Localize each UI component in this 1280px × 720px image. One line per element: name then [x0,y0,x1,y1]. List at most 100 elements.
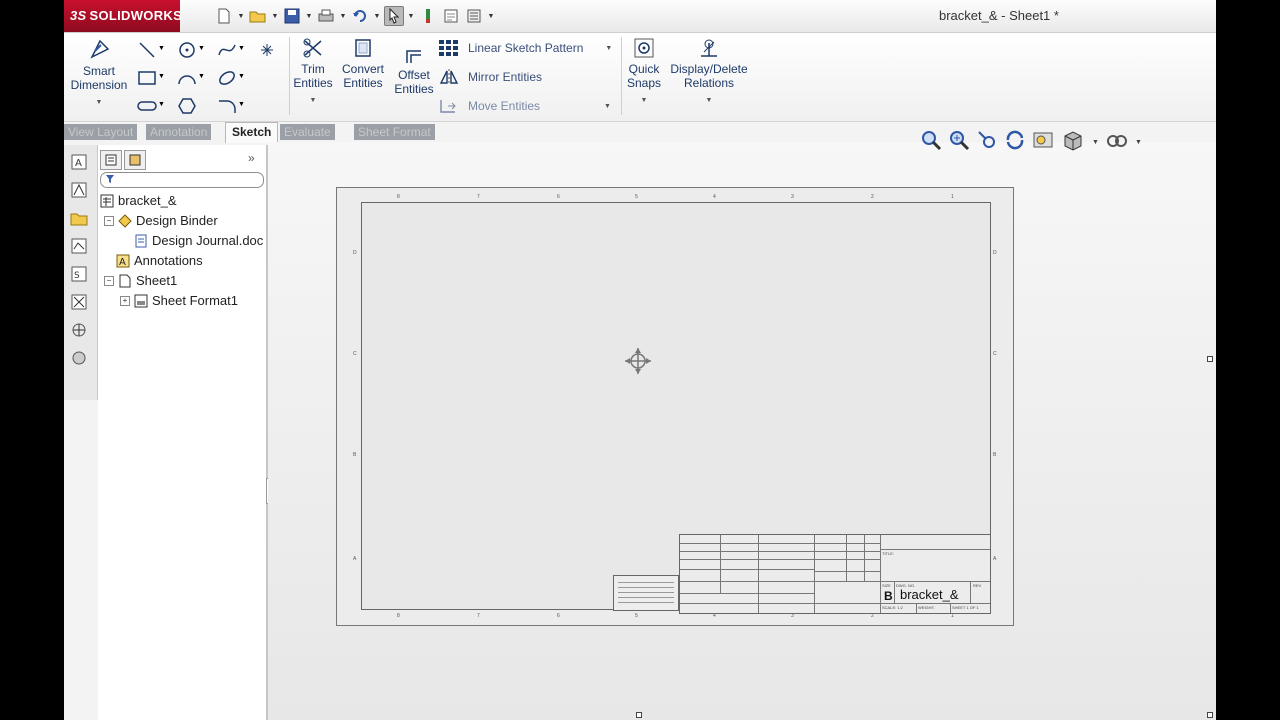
offset-entities-button[interactable]: Offset Entities [392,43,436,96]
palette-icon-6[interactable] [70,321,90,341]
tree-item-annotations[interactable]: A Annotations [116,253,203,268]
rebuild-icon[interactable] [418,6,438,26]
rotate-view-icon[interactable] [1004,129,1026,156]
tree-root[interactable]: bracket_& [100,193,177,208]
line-dropdown-icon[interactable]: ▼ [158,45,165,52]
tab-sheet-format[interactable]: Sheet Format [354,124,435,140]
design-journal-label: Design Journal.doc [152,233,264,248]
view-settings-dropdown-icon[interactable]: ▼ [1135,139,1142,146]
undo-icon[interactable] [350,6,370,26]
sketch-fillet-icon[interactable] [216,95,238,117]
zoom-to-area-icon[interactable] [948,129,970,156]
brand-name: SOLIDWORKS [89,8,183,23]
ellipse-icon[interactable] [216,67,238,89]
open-icon[interactable] [248,6,268,26]
mirror-entities-button[interactable]: Mirror Entities [438,68,542,86]
zoom-to-fit-icon[interactable] [920,129,942,156]
print-dropdown-icon[interactable]: ▼ [339,13,347,20]
palette-icon-5[interactable] [70,293,90,313]
circle-dropdown-icon[interactable]: ▼ [198,45,205,52]
property-manager-tab-icon[interactable] [124,150,146,170]
point-icon[interactable] [256,39,278,61]
fillet-dropdown-icon[interactable]: ▼ [238,101,245,108]
trim-dropdown-icon[interactable]: ▼ [292,94,334,108]
tree-item-design-journal[interactable]: Design Journal.doc [134,233,263,248]
convert-entities-button[interactable]: Convert Entities [338,37,388,90]
quick-snaps-dropdown-icon[interactable]: ▼ [624,94,664,108]
graphics-resize-handle[interactable] [1207,356,1213,362]
solidworks-logo[interactable]: 3S SOLIDWORKS [64,0,183,32]
file-properties-icon[interactable] [441,6,461,26]
zone-label: A [993,556,997,562]
select-icon[interactable] [384,6,404,26]
expand-icon[interactable]: + [120,295,130,306]
smart-dimension-button[interactable]: Smart Dimension ▼ [68,37,130,110]
new-icon[interactable] [214,6,234,26]
offset-label-2: Entities [394,82,434,96]
line-icon[interactable] [136,39,158,61]
save-dropdown-icon[interactable]: ▼ [305,13,313,20]
palette-icon-3[interactable] [70,237,90,257]
tree-item-design-binder[interactable]: − Design Binder [104,213,218,228]
trim-entities-button[interactable]: Trim Entities ▼ [292,37,334,108]
move-entities-button[interactable]: Move Entities ▼ [438,97,611,115]
palette-icon-1[interactable]: A [70,153,90,173]
origin-icon[interactable] [623,346,653,381]
view-orientation-icon[interactable] [1062,129,1086,156]
tab-view-layout[interactable]: View Layout [64,124,138,140]
options-dropdown-icon[interactable]: ▼ [487,13,495,20]
display-delete-relations-button[interactable]: Display/Delete Relations ▼ [668,37,750,108]
feature-manager-tab-icon[interactable] [100,150,122,170]
zone-label: 1 [951,194,954,200]
undo-dropdown-icon[interactable]: ▼ [373,13,381,20]
tab-annotation[interactable]: Annotation [146,124,212,140]
view-orientation-dropdown-icon[interactable]: ▼ [1092,139,1099,146]
arc-dropdown-icon[interactable]: ▼ [198,73,205,80]
spline-dropdown-icon[interactable]: ▼ [238,45,245,52]
slot-icon[interactable] [136,95,158,117]
new-dropdown-icon[interactable]: ▼ [237,13,245,20]
zone-label: C [353,351,357,357]
circle-icon[interactable] [176,39,198,61]
palette-icon-7[interactable] [70,349,90,369]
print-icon[interactable] [316,6,336,26]
palette-icon-2[interactable] [70,181,90,201]
spline-icon[interactable] [216,39,238,61]
rectangle-dropdown-icon[interactable]: ▼ [158,73,165,80]
palette-icon-4[interactable]: S [70,265,90,285]
drawing-sheet[interactable]: 8 7 6 5 4 3 2 1 8 7 6 5 4 3 2 1 D C B A … [336,187,1014,626]
tree-item-sheet-format[interactable]: + Sheet Format1 [120,293,238,308]
previous-view-icon[interactable] [976,129,998,156]
title-block[interactable]: TITLE: SIZE DWG. NO. REV SCALE: 1:2 WEIG… [679,534,991,614]
tab-evaluate[interactable]: Evaluate [280,124,335,140]
polygon-icon[interactable] [176,95,198,117]
slot-dropdown-icon[interactable]: ▼ [158,101,165,108]
drawing-number-value: bracket_& [900,587,959,602]
tree-filter-input[interactable] [100,172,264,188]
smart-dimension-label-2: Dimension [70,78,128,92]
rectangle-icon[interactable] [136,67,158,89]
relations-dropdown-icon[interactable]: ▼ [668,94,750,108]
linear-pattern-dropdown-icon[interactable]: ▼ [605,45,612,52]
tree-item-sheet1[interactable]: − Sheet1 [104,273,177,288]
linear-sketch-pattern-button[interactable]: Linear Sketch Pattern ▼ [438,39,612,57]
graphics-resize-handle[interactable] [1207,712,1213,718]
display-style-icon[interactable] [1032,129,1056,156]
smart-dimension-dropdown-icon[interactable]: ▼ [68,96,130,110]
view-settings-icon[interactable] [1105,129,1129,156]
save-icon[interactable] [282,6,302,26]
open-dropdown-icon[interactable]: ▼ [271,13,279,20]
graphics-resize-handle[interactable] [636,712,642,718]
expand-panel-icon[interactable]: » [248,151,255,165]
tab-sketch[interactable]: Sketch [225,122,279,143]
manager-tabs [100,150,146,170]
collapse-icon[interactable]: − [104,215,114,226]
ellipse-dropdown-icon[interactable]: ▼ [238,73,245,80]
move-dropdown-icon[interactable]: ▼ [604,103,611,110]
folder-icon[interactable] [70,209,90,229]
options-icon[interactable] [464,6,484,26]
arc-icon[interactable] [176,67,198,89]
collapse-icon[interactable]: − [104,275,114,286]
quick-snaps-button[interactable]: Quick Snaps ▼ [624,37,664,108]
select-dropdown-icon[interactable]: ▼ [407,13,415,20]
